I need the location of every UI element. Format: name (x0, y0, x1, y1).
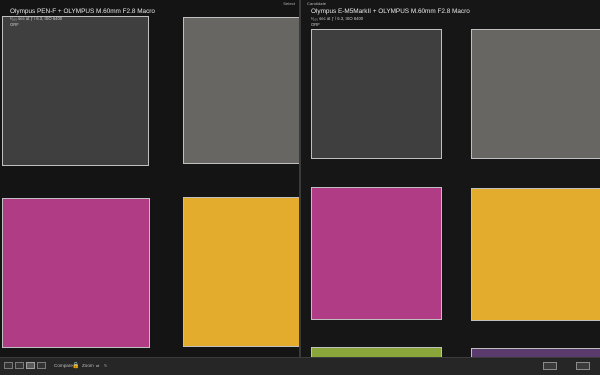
make-select-button[interactable] (543, 362, 557, 370)
sync-icon[interactable]: ↻ (104, 362, 107, 370)
select-photo-info: Olympus PEN-F + OLYMPUS M.60mm F2.8 Macr… (10, 8, 155, 27)
candidate-photo-info: Olympus E-M5MarkII + OLYMPUS M.60mm F2.8… (311, 8, 470, 27)
candidate-tag: Candidate (307, 1, 327, 6)
magenta-patch (311, 187, 442, 320)
light-gray-patch (183, 17, 299, 164)
done-button[interactable] (576, 362, 590, 370)
bottom-toolbar: Compare 🔒 Zoom ⇄ ↻ (0, 357, 600, 375)
select-photo-title: Olympus PEN-F + OLYMPUS M.60mm F2.8 Macr… (10, 8, 155, 15)
green-patch (311, 347, 442, 357)
lock-icon[interactable]: 🔒 (72, 362, 79, 370)
compare-label: Compare (54, 363, 73, 368)
yellow-patch (183, 197, 299, 347)
select-file-type: ORF (10, 22, 19, 27)
select-pane[interactable]: Select Olympus PEN-F + OLYMPUS M.60mm F2… (0, 0, 299, 357)
candidate-exposure-info: ¹⁄₁₀₀ sec at ƒ / 6.3, ISO 6400 (311, 16, 364, 21)
yellow-patch (471, 188, 600, 321)
zoom-label: Zoom (82, 363, 94, 368)
candidate-pane[interactable]: Candidate Olympus E-M5MarkII + OLYMPUS M… (301, 0, 600, 357)
grid-view-icon[interactable] (4, 362, 13, 369)
dark-gray-patch (311, 29, 442, 159)
candidate-photo-title: Olympus E-M5MarkII + OLYMPUS M.60mm F2.8… (311, 8, 470, 15)
compare-view-window: Select Olympus PEN-F + OLYMPUS M.60mm F2… (0, 0, 600, 375)
purple-patch (471, 348, 600, 357)
compare-view-icon[interactable] (26, 362, 35, 369)
magenta-patch (2, 198, 150, 348)
light-gray-patch (471, 29, 600, 159)
select-tag: Select (283, 1, 295, 6)
swap-icon[interactable]: ⇄ (96, 362, 99, 370)
dark-gray-patch (2, 16, 149, 166)
select-exposure-info: ¹⁄₁₀₀ sec at ƒ / 6.3, ISO 6400 (10, 16, 63, 21)
survey-view-icon[interactable] (37, 362, 46, 369)
loupe-view-icon[interactable] (15, 362, 24, 369)
candidate-file-type: ORF (311, 22, 320, 27)
